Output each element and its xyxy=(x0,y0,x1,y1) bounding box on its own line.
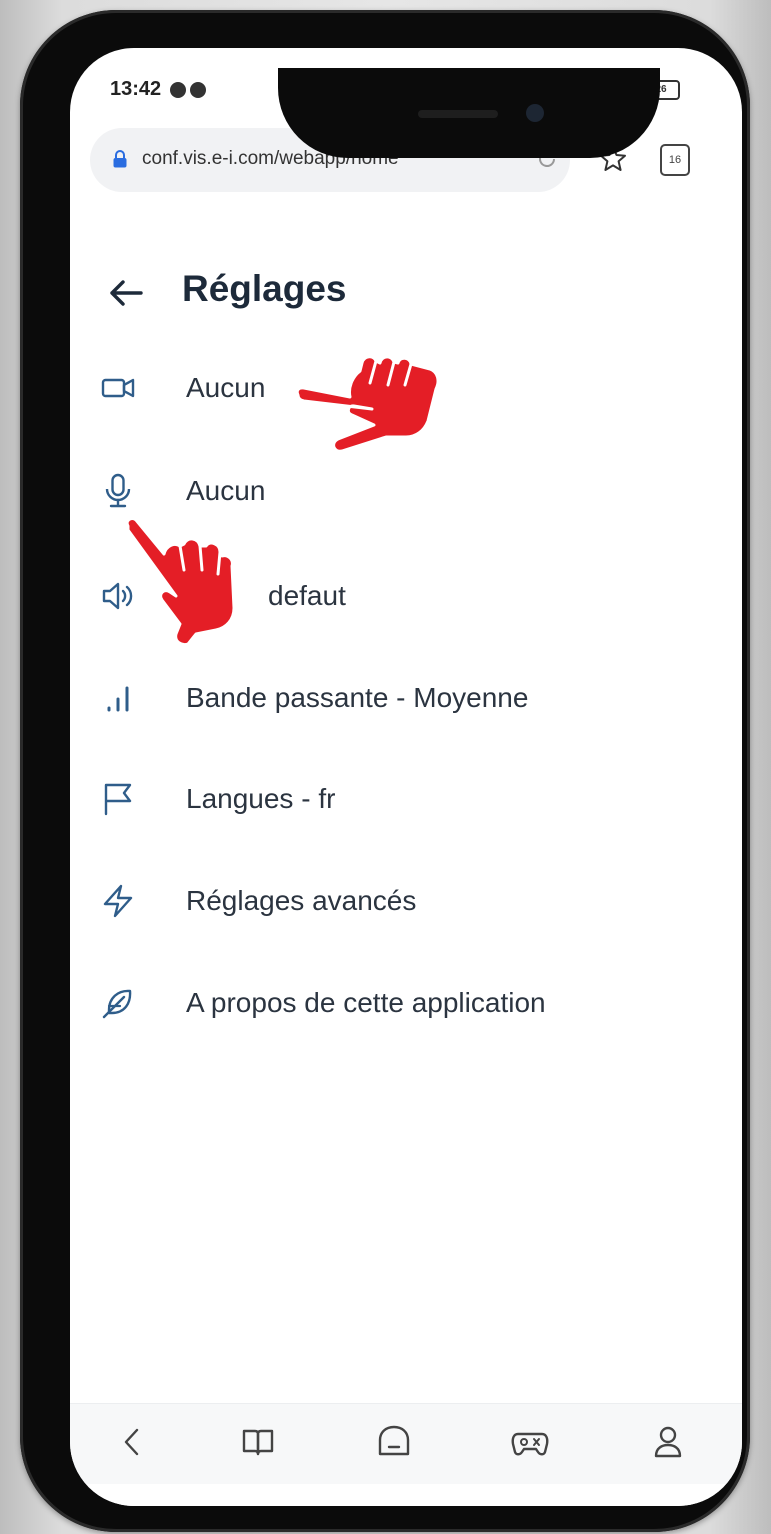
system-navigation-bar xyxy=(70,1484,742,1506)
setting-advanced[interactable]: Réglages avancés xyxy=(70,861,742,941)
page-title: Réglages xyxy=(182,268,347,309)
setting-label: Aucun xyxy=(186,372,266,403)
setting-label: A propos de cette application xyxy=(186,987,546,1018)
pointing-hand-icon xyxy=(125,517,236,646)
phone-frame: 13:42 26 conf.vis.e-i.com/webapp/home 16… xyxy=(20,10,750,1532)
setting-label: Bande passante - Moyenne xyxy=(186,682,529,713)
gamepad-icon[interactable] xyxy=(510,1422,550,1462)
lightning-icon xyxy=(103,884,133,918)
home-icon[interactable] xyxy=(374,1422,414,1462)
setting-about[interactable]: A propos de cette application xyxy=(70,963,742,1043)
bandwidth-icon xyxy=(107,686,129,712)
setting-language[interactable]: Langues - fr xyxy=(70,759,742,839)
setting-label: Aucun xyxy=(186,475,266,506)
lock-icon xyxy=(113,150,127,168)
video-camera-icon xyxy=(101,378,135,398)
earpiece xyxy=(418,110,498,118)
microphone-icon xyxy=(105,473,131,508)
tabs-button[interactable]: 16 xyxy=(660,144,690,176)
setting-label: Langues - fr xyxy=(186,783,336,814)
setting-label: defaut xyxy=(268,580,346,611)
status-notification-icons xyxy=(170,82,206,98)
setting-bandwidth[interactable]: Bande passante - Moyenne xyxy=(70,658,742,738)
front-camera xyxy=(526,104,544,122)
setting-label: Réglages avancés xyxy=(186,885,417,916)
phone-screen: 13:42 26 conf.vis.e-i.com/webapp/home 16… xyxy=(70,48,742,1506)
book-icon[interactable] xyxy=(238,1422,278,1462)
pointing-hand-icon xyxy=(295,355,440,453)
browser-toolbar xyxy=(70,1403,742,1484)
back-arrow-icon[interactable] xyxy=(106,273,146,313)
feather-icon xyxy=(102,989,132,1019)
chevron-left-icon[interactable] xyxy=(112,1422,152,1462)
profile-icon[interactable] xyxy=(648,1422,688,1462)
phone-notch xyxy=(278,68,660,158)
flag-icon xyxy=(104,783,132,816)
status-time: 13:42 xyxy=(110,78,162,100)
notification-icon xyxy=(190,82,206,98)
notification-icon xyxy=(170,82,186,98)
